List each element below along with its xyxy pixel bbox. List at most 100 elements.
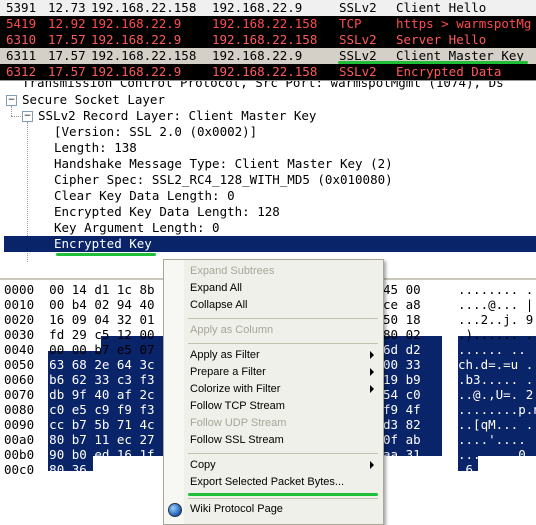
submenu-arrow-icon bbox=[370, 351, 374, 359]
tree-field-label: Length: 138 bbox=[54, 140, 137, 155]
packet-source: 192.168.22.158 bbox=[91, 0, 197, 15]
hex-row: 0020 16 09 04 32 01 bbox=[4, 312, 155, 327]
packet-row[interactable]: 6310 17.57 192.168.22.9 192.168.22.158 S… bbox=[0, 32, 536, 48]
ascii-column: ..[qM... . bbox=[458, 417, 534, 432]
menu-separator bbox=[188, 318, 378, 319]
menu-item-follow-ssl-stream[interactable]: Follow SSL Stream bbox=[190, 432, 284, 449]
packet-source: 192.168.22.9 bbox=[91, 32, 182, 47]
packet-info: Server Hello bbox=[396, 32, 487, 47]
packet-number: 6312 bbox=[6, 64, 37, 79]
hex-bytes: 90 b0 ed 16 1f bbox=[49, 447, 155, 462]
menu-item-expand-all[interactable]: Expand All bbox=[190, 280, 242, 297]
tree-row-tcp[interactable]: Transmission Control Protocol, Src Port:… bbox=[22, 80, 504, 91]
hex-bytes: cc b7 5b 71 4c bbox=[49, 417, 155, 432]
menu-item-apply-as-filter[interactable]: Apply as Filter bbox=[190, 347, 260, 364]
collapse-icon[interactable]: − bbox=[6, 95, 17, 106]
ascii-column: ....@... | bbox=[458, 297, 534, 312]
packet-row[interactable]: 5391 12.73 192.168.22.158 192.168.22.9 S… bbox=[0, 0, 536, 16]
tree-row-label: Transmission Control Protocol, Src Port:… bbox=[22, 80, 504, 90]
hex-offset: 0070 bbox=[4, 387, 35, 402]
wiki-globe-icon bbox=[168, 503, 182, 517]
hex-row: 0090 cc b7 5b 71 4c bbox=[4, 417, 155, 432]
hex-offset: 00b0 bbox=[4, 447, 35, 462]
hex-bytes: 00 14 d1 1c 8b bbox=[49, 282, 155, 297]
tree-field-label: [Version: SSL 2.0 (0x0002)] bbox=[54, 124, 258, 139]
tree-field[interactable]: Length: 138 bbox=[54, 140, 137, 156]
hex-tail: 50 18 bbox=[383, 312, 421, 327]
hex-offset: 00a0 bbox=[4, 432, 35, 447]
tree-row-label: Secure Socket Layer bbox=[22, 92, 165, 107]
packet-number: 6310 bbox=[6, 32, 37, 47]
tree-row-record-layer[interactable]: SSLv2 Record Layer: Client Master Key bbox=[38, 108, 316, 124]
menu-item-copy[interactable]: Copy bbox=[190, 457, 216, 474]
hex-offset: 0000 bbox=[4, 282, 35, 297]
hex-offset: 0010 bbox=[4, 297, 35, 312]
highlight-underline bbox=[56, 253, 156, 256]
packet-time: 17.57 bbox=[48, 32, 86, 47]
hex-tail: 6d d2 bbox=[383, 342, 421, 357]
ascii-column: ........0 . bbox=[458, 447, 536, 462]
hex-bytes: c0 e5 c9 f9 f3 bbox=[49, 402, 155, 417]
tree-field-selected-label: Encrypted Key bbox=[54, 236, 152, 252]
submenu-arrow-icon bbox=[370, 385, 374, 393]
tree-field[interactable]: Key Argument Length: 0 bbox=[54, 220, 220, 236]
menu-item-follow-tcp-stream[interactable]: Follow TCP Stream bbox=[190, 398, 285, 415]
tree-field[interactable]: Cipher Spec: SSL2_RC4_128_WITH_MD5 (0x01… bbox=[54, 172, 393, 188]
packet-time: 17.57 bbox=[48, 48, 86, 63]
hex-bytes: db 9f 40 af 2c bbox=[49, 387, 155, 402]
packet-info: Encrypted Data bbox=[396, 64, 502, 79]
hex-offset: 0050 bbox=[4, 357, 35, 372]
packet-list: 5391 12.73 192.168.22.158 192.168.22.9 S… bbox=[0, 0, 536, 80]
ascii-column: ...... .. bbox=[458, 342, 526, 357]
hex-tail: 45 00 bbox=[383, 282, 421, 297]
hex-tail: 54 c0 bbox=[383, 387, 421, 402]
ascii-column: ........ . bbox=[458, 282, 534, 297]
packet-time: 12.92 bbox=[48, 16, 86, 31]
menu-item-prepare-a-filter[interactable]: Prepare a Filter bbox=[190, 364, 266, 381]
packet-protocol: SSLv2 bbox=[339, 32, 377, 47]
selected-field-text: Encrypted Key bbox=[54, 236, 152, 251]
hex-bytes: 80 36 bbox=[49, 462, 87, 477]
hex-row: 0050 63 68 2e 64 3c bbox=[4, 357, 155, 372]
hex-row: 0030 fd 29 c5 12 00 bbox=[4, 327, 155, 342]
tree-field-label: Cipher Spec: SSL2_RC4_128_WITH_MD5 (0x01… bbox=[54, 172, 393, 187]
tree-field-label: Key Argument Length: 0 bbox=[54, 220, 220, 235]
collapse-icon[interactable]: − bbox=[22, 111, 33, 122]
menu-item-wiki-protocol-page[interactable]: Wiki Protocol Page bbox=[190, 501, 283, 518]
hex-row: 0000 00 14 d1 1c 8b bbox=[4, 282, 155, 297]
packet-protocol: SSLv2 bbox=[339, 64, 377, 79]
hex-tail: d3 82 bbox=[383, 417, 421, 432]
hex-offset: 0090 bbox=[4, 417, 35, 432]
menu-item-colorize-with-filter[interactable]: Colorize with Filter bbox=[190, 381, 280, 398]
hex-row: 0080 c0 e5 c9 f9 f3 bbox=[4, 402, 155, 417]
packet-row[interactable]: 5419 12.92 192.168.22.9 192.168.22.158 T… bbox=[0, 16, 536, 32]
packet-row[interactable]: 6312 17.57 192.168.22.9 192.168.22.158 S… bbox=[0, 64, 536, 80]
menu-separator bbox=[188, 343, 378, 344]
hex-tail: aa 31 bbox=[383, 447, 421, 462]
tree-field[interactable]: Clear Key Data Length: 0 bbox=[54, 188, 235, 204]
hex-bytes: 00 00 b7 e5 07 bbox=[49, 342, 155, 357]
ascii-column: ....'.... . bbox=[458, 432, 536, 447]
tree-field[interactable]: [Version: SSL 2.0 (0x0002)] bbox=[54, 124, 257, 140]
menu-icon-strip bbox=[164, 260, 184, 524]
hex-bytes: 63 68 2e 64 3c bbox=[49, 357, 155, 372]
tree-field[interactable]: Handshake Message Type: Client Master Ke… bbox=[54, 156, 393, 172]
menu-item-export-selected-packet-bytes[interactable]: Export Selected Packet Bytes... bbox=[190, 474, 344, 491]
hex-offset: 0030 bbox=[4, 327, 35, 342]
tree-field-label: Encrypted Key Data Length: 128 bbox=[54, 204, 280, 219]
packet-source: 192.168.22.158 bbox=[91, 48, 197, 63]
tree-field[interactable]: Encrypted Key Data Length: 128 bbox=[54, 204, 280, 220]
ascii-column: ..@.,U=. 2 bbox=[458, 387, 534, 402]
tree-row-label: SSLv2 Record Layer: Client Master Key bbox=[38, 108, 317, 123]
menu-separator bbox=[188, 498, 378, 499]
tree-field-label: Handshake Message Type: Client Master Ke… bbox=[54, 156, 393, 171]
packet-destination: 192.168.22.9 bbox=[212, 0, 303, 15]
menu-item-apply-as-column[interactable]: Apply as Column bbox=[190, 322, 273, 339]
tree-row-ssl[interactable]: Secure Socket Layer bbox=[22, 92, 165, 108]
submenu-arrow-icon bbox=[370, 368, 374, 376]
menu-item-follow-udp-stream[interactable]: Follow UDP Stream bbox=[190, 415, 286, 432]
hex-bytes: 80 b7 11 ec 27 bbox=[49, 432, 155, 447]
hex-tail: f9 4f bbox=[383, 402, 421, 417]
menu-item-collapse-all[interactable]: Collapse All bbox=[190, 297, 247, 314]
menu-item-expand-subtrees[interactable]: Expand Subtrees bbox=[190, 263, 274, 280]
